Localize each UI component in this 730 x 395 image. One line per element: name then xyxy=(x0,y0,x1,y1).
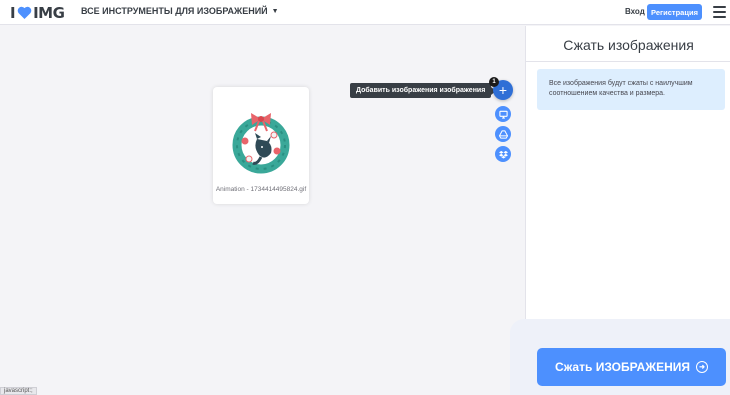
compress-button-label: Сжать ИЗОБРАЖЕНИЯ xyxy=(554,360,691,374)
options-sidebar: Сжать изображения Все изображения будут … xyxy=(510,26,730,395)
browser-status-bar: javascript:; xyxy=(0,387,37,395)
plus-icon: + xyxy=(498,82,508,98)
top-header: I IMG ВСЕ ИНСТРУМЕНТЫ ДЛЯ ИЗОБРАЖЕНИЙ ▼ … xyxy=(0,0,730,25)
arrow-right-circle-icon: ➜ xyxy=(696,361,709,373)
dropbox-icon xyxy=(498,150,508,159)
google-drive-icon xyxy=(498,129,508,139)
ilovimg-logo[interactable]: I IMG xyxy=(10,3,65,22)
heart-icon xyxy=(17,6,32,19)
file-thumbnail xyxy=(232,113,290,174)
all-tools-label: ВСЕ ИНСТРУМЕНТЫ ДЛЯ ИЗОБРАЖЕНИЙ xyxy=(81,6,268,16)
file-name: Animation - 1734414495824.gif xyxy=(215,186,307,193)
login-link[interactable]: Вход xyxy=(625,7,645,16)
all-tools-menu[interactable]: ВСЕ ИНСТРУМЕНТЫ ДЛЯ ИЗОБРАЖЕНИЙ ▼ xyxy=(81,6,279,16)
hamburger-menu-icon[interactable] xyxy=(713,6,726,18)
compress-images-button[interactable]: Сжать ИЗОБРАЖЕНИЯ ➜ xyxy=(537,348,726,386)
sidebar-title: Сжать изображения xyxy=(563,37,694,53)
upload-from-dropbox-button[interactable] xyxy=(495,146,511,162)
file-count-badge: 1 xyxy=(489,77,499,87)
add-images-tooltip: Добавить изображения изображения xyxy=(350,83,497,98)
logo-text-right: IMG xyxy=(33,3,65,22)
sidebar-divider xyxy=(526,61,730,62)
compression-info-box: Все изображения будут сжаты с наилучшим … xyxy=(537,69,725,110)
computer-icon xyxy=(498,110,508,119)
upload-from-computer-button[interactable] xyxy=(495,106,511,122)
logo-text-left: I xyxy=(10,3,16,22)
caret-down-icon: ▼ xyxy=(271,7,279,15)
upload-from-google-drive-button[interactable] xyxy=(495,126,511,142)
register-button[interactable]: Регистрация xyxy=(647,4,702,20)
upload-workarea: Animation - 1734414495824.gif Добавить и… xyxy=(0,26,525,395)
